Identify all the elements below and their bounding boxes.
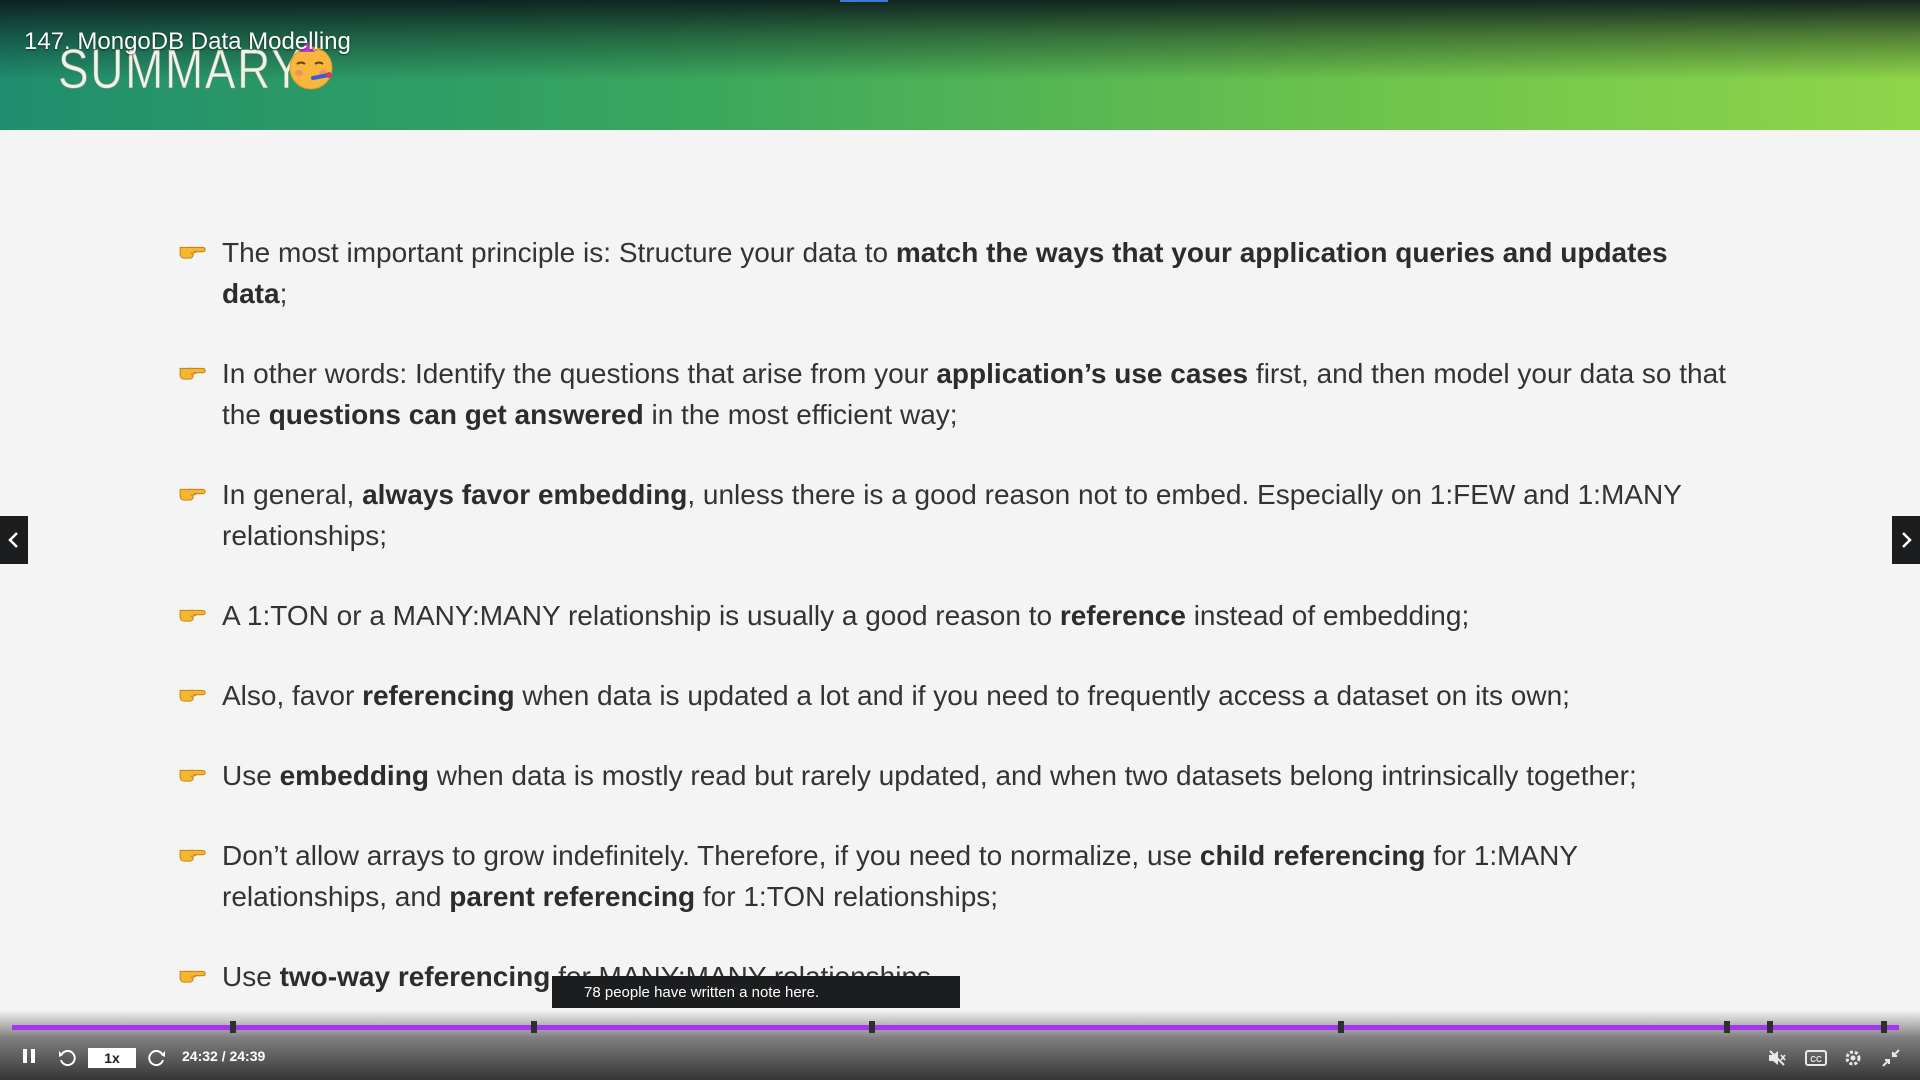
bullet-text-part: Also, favor (222, 680, 363, 711)
bullet-text-part: In general, (222, 479, 363, 510)
note-marker[interactable] (1881, 1021, 1887, 1033)
bullet-emphasis: application’s use cases (936, 358, 1249, 389)
volume-muted-icon (1769, 1050, 1786, 1066)
summary-bullet: The most important principle is: Structu… (178, 232, 1738, 314)
pointing-hand-icon (178, 361, 220, 391)
pointing-hand-icon (178, 683, 220, 713)
bullet-text: Also, favor referencing when data is upd… (222, 675, 1570, 716)
bullet-text: Use embedding when data is mostly read b… (222, 755, 1637, 796)
playback-speed-button[interactable]: 1x (88, 1048, 136, 1068)
bullet-text-part: The most important principle is: Structu… (222, 237, 896, 268)
video-control-bar (0, 1010, 1920, 1080)
bullet-text: A 1:TON or a MANY:MANY relationship is u… (222, 595, 1469, 636)
summary-bullet: Use embedding when data is mostly read b… (178, 755, 1738, 796)
bullet-text: The most important principle is: Structu… (222, 232, 1738, 314)
progress-bar[interactable] (12, 1025, 1899, 1030)
svg-text:CC: CC (1810, 1055, 1822, 1064)
loading-indicator (840, 0, 888, 2)
note-marker[interactable] (1338, 1021, 1344, 1033)
note-marker[interactable] (869, 1021, 875, 1033)
pointing-hand-icon (178, 843, 220, 873)
pause-icon (21, 1048, 37, 1068)
pause-button[interactable] (18, 1048, 40, 1068)
bullet-text-part: ; (279, 278, 288, 309)
bullet-text-part: when data is updated a lot and if you ne… (514, 680, 1570, 711)
summary-bullet-list: The most important principle is: Structu… (178, 232, 1738, 1036)
bullet-emphasis: referencing (362, 680, 515, 711)
settings-button[interactable] (1842, 1047, 1864, 1069)
bullet-emphasis: questions can get answered (268, 399, 644, 430)
captions-icon: CC (1805, 1050, 1827, 1066)
bullet-text: In other words: Identify the questions t… (222, 353, 1738, 435)
chevron-left-icon (8, 532, 18, 548)
bullet-text-part: A 1:TON or a MANY:MANY relationship is u… (222, 600, 1060, 631)
bullet-text-part: when data is mostly read but rarely upda… (428, 760, 1637, 791)
pointing-hand-icon (178, 240, 220, 270)
bullet-text-part: for 1:TON relationships; (695, 881, 999, 912)
time-display: 24:32 / 24:39 (182, 1048, 266, 1064)
bullet-text-part: Use (222, 760, 280, 791)
bullet-text: Don’t allow arrays to grow indefinitely.… (222, 835, 1738, 917)
summary-bullet: A 1:TON or a MANY:MANY relationship is u… (178, 595, 1738, 636)
pointing-hand-icon (178, 603, 220, 633)
bullet-emphasis: parent referencing (449, 881, 696, 912)
pointing-hand-icon (178, 763, 220, 793)
note-marker[interactable] (1724, 1021, 1730, 1033)
exit-fullscreen-icon (1882, 1049, 1900, 1067)
summary-bullet: In general, always favor embedding, unle… (178, 474, 1738, 556)
pointing-hand-icon (178, 482, 220, 512)
notes-tooltip: 78 people have written a note here. (552, 976, 960, 1008)
chevron-right-icon (1902, 532, 1912, 548)
summary-bullet: Don’t allow arrays to grow indefinitely.… (178, 835, 1738, 917)
summary-bullet: In other words: Identify the questions t… (178, 353, 1738, 435)
video-title: 147. MongoDB Data Modelling (24, 28, 351, 55)
bullet-emphasis: always favor embedding (362, 479, 688, 510)
bullet-text-part: Don’t allow arrays to grow indefinitely.… (222, 840, 1200, 871)
bullet-text-part: In other words: Identify the questions t… (222, 358, 937, 389)
next-lecture-button[interactable] (1892, 516, 1920, 564)
bullet-text: In general, always favor embedding, unle… (222, 474, 1738, 556)
bullet-text-part: in the most efficient way; (643, 399, 958, 430)
forward-button[interactable] (146, 1047, 168, 1069)
note-marker[interactable] (1767, 1021, 1773, 1033)
bullet-emphasis: reference (1059, 600, 1186, 631)
note-marker[interactable] (531, 1021, 537, 1033)
bullet-text-part: Use (222, 961, 280, 992)
bullet-emphasis: child referencing (1199, 840, 1426, 871)
volume-button[interactable] (1766, 1047, 1788, 1069)
bullet-emphasis: two-way referencing (279, 961, 551, 992)
bullet-emphasis: embedding (279, 760, 429, 791)
captions-button[interactable]: CC (1804, 1048, 1828, 1068)
bullet-text-part: instead of embedding; (1185, 600, 1470, 631)
note-marker[interactable] (230, 1021, 236, 1033)
summary-bullet: Also, favor referencing when data is upd… (178, 675, 1738, 716)
forward-icon (148, 1050, 165, 1067)
pointing-hand-icon (178, 964, 220, 994)
settings-icon (1845, 1050, 1861, 1066)
previous-lecture-button[interactable] (0, 516, 28, 564)
rewind-icon (59, 1050, 76, 1067)
exit-fullscreen-button[interactable] (1880, 1047, 1902, 1069)
rewind-button[interactable] (56, 1047, 78, 1069)
